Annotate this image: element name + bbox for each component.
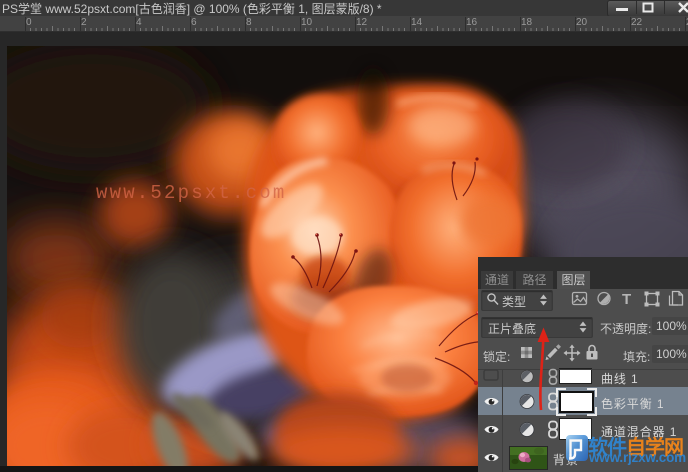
- svg-text:www.rjzxw.com: www.rjzxw.com: [588, 450, 686, 465]
- svg-text:T: T: [622, 291, 631, 308]
